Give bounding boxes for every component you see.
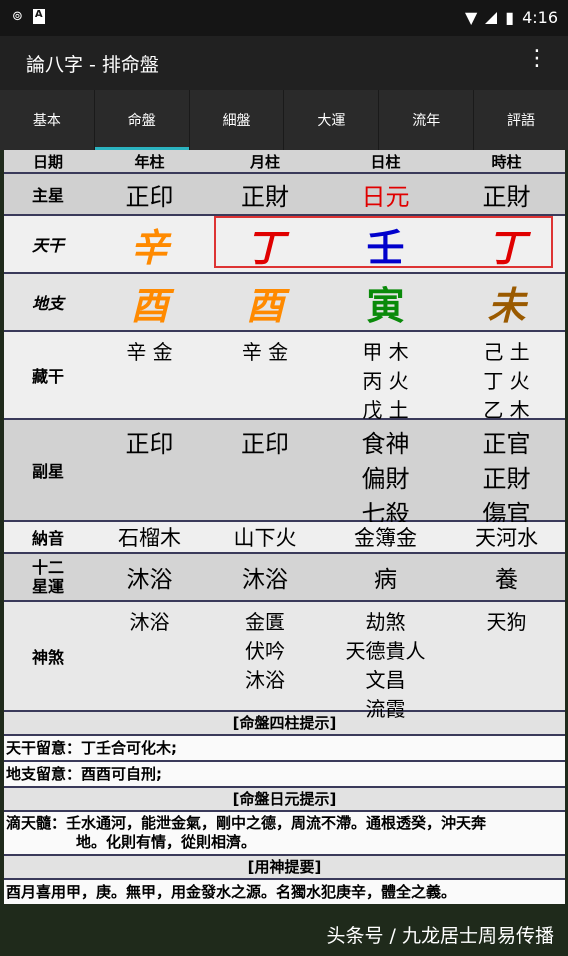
- battery-icon: ▮: [505, 8, 515, 27]
- shensha-month-1: 金匱: [245, 610, 285, 634]
- header-year: 年柱: [134, 152, 165, 171]
- tab-xipan[interactable]: 細盤: [188, 90, 284, 150]
- canggan-year-1: 辛 金: [126, 340, 173, 364]
- canggan-day-1: 甲 木: [362, 340, 409, 364]
- dizhi-day: 寅: [366, 283, 405, 328]
- header-month: 月柱: [249, 152, 280, 171]
- shensha-month-2: 伏吟: [245, 639, 285, 663]
- xingyun-hour: 養: [495, 567, 518, 593]
- nayin-day: 金簿金: [354, 526, 417, 550]
- fuxing-day-1: 食神: [361, 430, 410, 458]
- row-label: 藏干: [31, 367, 64, 386]
- shensha-hour-1: 天狗: [486, 610, 527, 634]
- shensha-year-1: 沐浴: [129, 610, 170, 634]
- row-nayin: 納音 石榴木 山下火 金簿金 天河水: [4, 522, 565, 554]
- tab-liunian[interactable]: 流年: [378, 90, 473, 150]
- fuxing-month-1: 正印: [241, 430, 289, 458]
- signal-icon: [485, 11, 498, 24]
- tiangan-year: 辛: [130, 225, 169, 270]
- row-label: 神煞: [31, 648, 64, 667]
- zhuxing-hour: 正財: [482, 182, 531, 211]
- canggan-hour-2: 丁 火: [483, 369, 530, 393]
- dizhi-month: 酉: [245, 283, 284, 328]
- header-hour: 時柱: [491, 152, 522, 171]
- row-label-2: 星運: [31, 577, 64, 596]
- row-fuxing: 副星 正印 正印 食神 偏財 七殺 正官 正財 傷官: [4, 420, 565, 528]
- ditiansui-line-1: 滴天髓：壬水通河，能泄金氣，剛中之德，周流不滯。通根透癸，沖天奔: [6, 814, 487, 832]
- canggan-hour-3: 乙 木: [483, 398, 530, 422]
- fuxing-day-2: 偏財: [361, 465, 410, 493]
- status-bar: ⊚ A ▼ ▮ 4:16: [0, 0, 568, 36]
- zhuxing-day: 日元: [361, 182, 410, 211]
- shensha-month-3: 沐浴: [245, 668, 285, 692]
- canggan-day-3: 戊 土: [362, 398, 409, 422]
- tiangan-hour: 丁: [487, 225, 526, 270]
- ditiansui-line-2: 地。化則有情，從則相濟。: [76, 833, 257, 851]
- tab-dayun[interactable]: 大運: [283, 90, 378, 150]
- tip-yongshen: 酉月喜用甲，庚。無甲，用金發水之源。名獨水犯庚辛，體全之義。: [4, 880, 565, 904]
- shensha-day-4: 流霞: [365, 697, 406, 721]
- fuxing-hour-2: 正財: [482, 465, 531, 493]
- header-date: 日期: [32, 152, 63, 171]
- section-title-riyuan: [命盤日元提示]: [4, 788, 565, 812]
- tab-bar: 基本 命盤 細盤 大運 流年 評語: [0, 90, 568, 150]
- zhuxing-year: 正印: [125, 182, 174, 211]
- row-canggan: 藏干 辛 金 辛 金 甲 木 丙 火 戊 土 己 土 丁 火 乙 木: [4, 332, 565, 422]
- row-label: 主星: [31, 186, 64, 205]
- tip-dizhi: 地支留意：酉酉可自刑;: [4, 762, 565, 788]
- row-label: 地支: [31, 294, 64, 313]
- fuxing-hour-1: 正官: [482, 430, 531, 458]
- tab-basic[interactable]: 基本: [0, 90, 94, 150]
- tab-pingyu[interactable]: 評語: [473, 90, 568, 150]
- header-day: 日柱: [370, 152, 401, 171]
- canggan-day-2: 丙 火: [362, 369, 409, 393]
- app-bar: 論八字 - 排命盤 ⋮: [0, 36, 568, 90]
- tip-ditiansui: 滴天髓：壬水通河，能泄金氣，剛中之德，周流不滯。通根透癸，沖天奔 地。化則有情，…: [4, 812, 565, 856]
- row-label: 副星: [31, 462, 64, 481]
- xingyun-day: 病: [374, 567, 397, 593]
- shensha-day-2: 天德貴人: [345, 639, 426, 663]
- row-label: 天干: [31, 236, 64, 255]
- row-xingyun: 十二 星運 沐浴 沐浴 病 養: [4, 554, 565, 602]
- section-title-yongshen: [用神提要]: [4, 856, 565, 880]
- zhuxing-month: 正財: [241, 182, 289, 211]
- tip-tiangan: 天干留意：丁壬合可化木;: [4, 736, 565, 762]
- cast-icon: ⊚: [12, 9, 23, 24]
- shensha-day-3: 文昌: [365, 668, 406, 692]
- clock: 4:16: [522, 8, 558, 27]
- nayin-year: 石榴木: [118, 526, 181, 550]
- row-dizhi: 地支 酉 酉 寅 未: [4, 274, 565, 332]
- app-title: 論八字 - 排命盤: [26, 54, 159, 76]
- row-label: 納音: [31, 529, 64, 548]
- dizhi-year: 酉: [130, 283, 169, 328]
- row-zhuxing: 主星 正印 正財 日元 正財: [4, 174, 565, 216]
- nayin-month: 山下火: [233, 526, 297, 550]
- xingyun-year: 沐浴: [126, 567, 173, 593]
- row-shensha: 神煞 沐浴 金匱 伏吟 沐浴 劫煞 天德貴人 文昌 流霞 天狗: [4, 602, 565, 721]
- dizhi-hour: 未: [487, 283, 526, 328]
- overflow-menu-icon[interactable]: ⋮: [526, 48, 548, 70]
- tiangan-month: 丁: [245, 225, 284, 270]
- xingyun-month: 沐浴: [242, 567, 288, 593]
- tiangan-day: 壬: [366, 225, 405, 270]
- shensha-day-1: 劫煞: [365, 610, 406, 634]
- table-header: 日期 年柱 月柱 日柱 時柱: [4, 150, 565, 174]
- canggan-month-1: 辛 金: [241, 340, 289, 364]
- app-icon: A: [32, 9, 45, 24]
- row-tiangan: 天干 辛 丁 壬 丁: [4, 216, 565, 274]
- row-label-1: 十二: [31, 558, 64, 577]
- fuxing-year-1: 正印: [125, 430, 174, 458]
- canggan-hour-1: 己 土: [483, 340, 530, 364]
- nayin-hour: 天河水: [475, 526, 538, 550]
- section-title-sizhu: [命盤四柱提示]: [4, 712, 565, 736]
- bazi-table: 日期 年柱 月柱 日柱 時柱 主星 正印 正財 日元 正財 天干 辛 丁 壬 丁…: [4, 150, 565, 904]
- tab-mingpan[interactable]: 命盤: [93, 90, 189, 150]
- watermark: 头条号 / 九龙居士周易传播: [326, 925, 554, 947]
- wifi-icon: ▼: [464, 8, 478, 27]
